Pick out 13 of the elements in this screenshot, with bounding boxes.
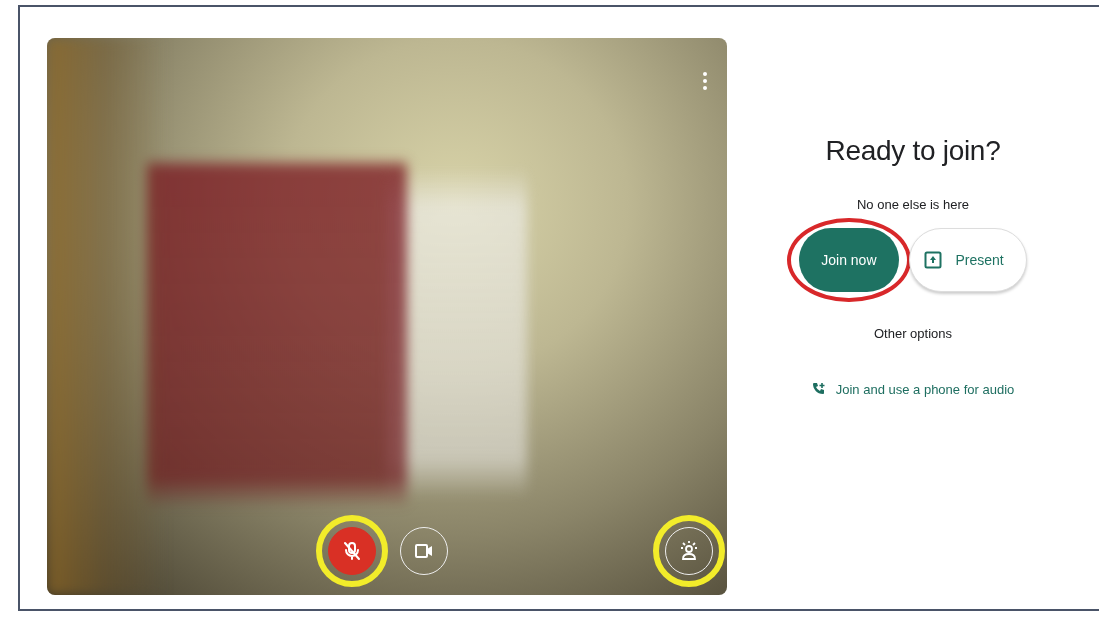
more-options-icon[interactable] <box>703 72 707 90</box>
heading: Ready to join? <box>825 135 1001 167</box>
person-sparkle-icon <box>680 541 698 561</box>
other-options-label: Other options <box>873 326 952 341</box>
join-now-button[interactable]: Join now <box>799 228 899 292</box>
status-text: No one else is here <box>857 197 969 212</box>
microphone-button[interactable] <box>328 527 376 575</box>
muted-microphone-icon <box>343 541 361 561</box>
present-button[interactable]: Present <box>908 228 1027 292</box>
phone-add-icon <box>811 382 826 396</box>
video-camera-icon <box>415 544 433 558</box>
phone-audio-link[interactable]: Join and use a phone for audio <box>807 357 1019 421</box>
present-screen-icon <box>923 251 942 269</box>
